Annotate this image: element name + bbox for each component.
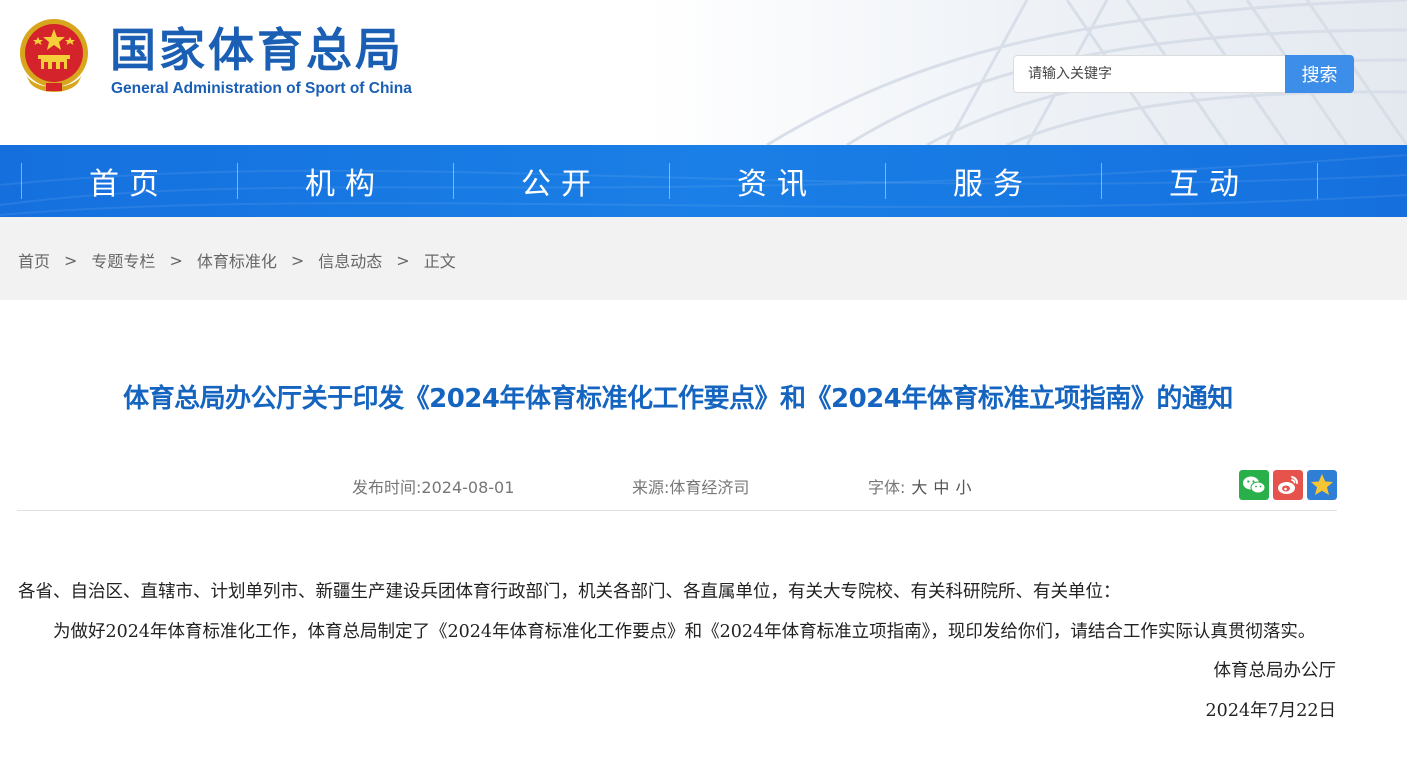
breadcrumb-separator: > bbox=[64, 250, 78, 270]
site-subtitle: General Administration of Sport of China bbox=[111, 80, 412, 97]
breadcrumb-separator: > bbox=[290, 250, 305, 270]
nav-item-home[interactable]: 首页 bbox=[21, 145, 237, 217]
source: 来源:体育经济司 bbox=[632, 474, 749, 498]
main-nav: 首页 机构 公开 资讯 服务 互动 bbox=[0, 145, 1407, 217]
nav-item-organization[interactable]: 机构 bbox=[237, 145, 453, 217]
article-date: 2024年7月22日 bbox=[1205, 700, 1336, 721]
breadcrumb-separator: > bbox=[396, 250, 410, 270]
favorite-icon[interactable] bbox=[1307, 470, 1337, 500]
publish-time-value: 2024-08-01 bbox=[421, 478, 515, 497]
publish-time-label: 发布时间: bbox=[352, 478, 422, 497]
article-meta: 发布时间:2024-08-01 来源:体育经济司 字体: 大中小 bbox=[0, 474, 1407, 498]
wechat-icon[interactable] bbox=[1239, 470, 1269, 500]
publish-time: 发布时间:2024-08-01 bbox=[352, 474, 514, 498]
breadcrumb-sports-standardization[interactable]: 体育标准化 bbox=[197, 248, 277, 272]
nav-item-disclosure[interactable]: 公开 bbox=[453, 145, 669, 217]
font-size-medium[interactable]: 中 bbox=[933, 478, 949, 497]
national-emblem-icon bbox=[20, 19, 88, 92]
breadcrumb-current: 正文 bbox=[423, 252, 456, 271]
nav-item-services[interactable]: 服务 bbox=[885, 145, 1101, 217]
article-paragraph-addressees: 各省、自治区、直辖市、计划单列市、新疆生产建设兵团体育行政部门，机关各部门、各直… bbox=[18, 582, 1121, 602]
site-title: 国家体育总局 bbox=[110, 23, 404, 77]
breadcrumb-separator: > bbox=[169, 250, 183, 270]
search-button[interactable]: 搜索 bbox=[1285, 55, 1354, 93]
source-label: 来源: bbox=[632, 478, 670, 497]
font-size-small[interactable]: 小 bbox=[955, 478, 971, 497]
breadcrumb-special-topics[interactable]: 专题专栏 bbox=[91, 248, 155, 272]
font-size-large[interactable]: 大 bbox=[911, 478, 927, 497]
article-paragraph-content: 为做好2024年体育标准化工作，体育总局制定了《2024年体育标准化工作要点》和… bbox=[53, 621, 1316, 642]
article-body: 各省、自治区、直辖市、计划单列市、新疆生产建设兵团体育行政部门，机关各部门、各直… bbox=[18, 573, 1336, 731]
breadcrumb-home[interactable]: 首页 bbox=[18, 248, 50, 272]
breadcrumb-bar: 首页 > 专题专栏 > 体育标准化 > 信息动态 > 正文 bbox=[0, 217, 1407, 300]
article-signature: 体育总局办公厅 bbox=[1213, 661, 1337, 681]
source-value: 体育经济司 bbox=[669, 478, 750, 497]
font-size-control: 字体: 大中小 bbox=[868, 474, 971, 498]
meta-divider bbox=[17, 510, 1337, 511]
search-input[interactable] bbox=[1013, 55, 1285, 93]
breadcrumb-news-updates[interactable]: 信息动态 bbox=[318, 248, 382, 272]
site-header: 国家体育总局 General Administration of Sport o… bbox=[0, 0, 1407, 145]
article-title: 体育总局办公厅关于印发《2024年体育标准化工作要点》和《2024年体育标准立项… bbox=[123, 384, 1233, 414]
nav-separator bbox=[1317, 163, 1318, 199]
font-size-label: 字体: bbox=[868, 478, 906, 497]
nav-item-news[interactable]: 资讯 bbox=[669, 145, 885, 217]
nav-item-interaction[interactable]: 互动 bbox=[1101, 145, 1317, 217]
breadcrumb: 首页 > 专题专栏 > 体育标准化 > 信息动态 > 正文 bbox=[18, 248, 456, 272]
weibo-icon[interactable] bbox=[1273, 470, 1303, 500]
